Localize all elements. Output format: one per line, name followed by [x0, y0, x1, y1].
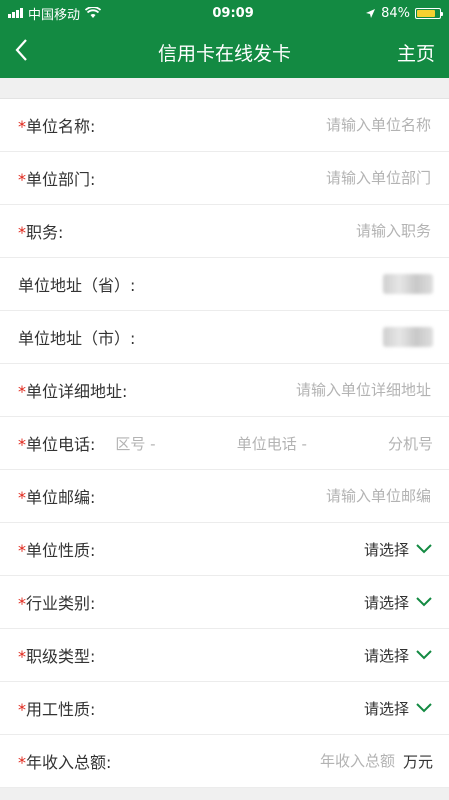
- annual-income-input[interactable]: [111, 751, 397, 771]
- address-city-label: 单位地址（市）:: [18, 329, 136, 348]
- required-mark: *: [18, 647, 26, 666]
- industry-row[interactable]: *行业类别: 请选择: [0, 576, 449, 629]
- phone-row: *单位电话: 区号 - 单位电话 - 分机号: [0, 417, 449, 470]
- industry-label-text: 行业类别:: [26, 594, 96, 613]
- position-row: *职务:: [0, 205, 449, 258]
- phone-label-text: 单位电话:: [26, 435, 96, 454]
- address-province-value-blurred: [383, 274, 433, 294]
- employment-form: *单位名称: *单位部门: *职务: 单位地址（省）: 单位地址（市）: *单位…: [0, 98, 449, 788]
- job-level-label-text: 职级类型:: [26, 647, 96, 666]
- chevron-down-icon: [416, 650, 432, 660]
- company-nature-label: *单位性质:: [18, 537, 95, 561]
- company-name-label: *单位名称:: [18, 113, 95, 137]
- phone-inputs: 区号 - 单位电话 - 分机号: [115, 433, 433, 454]
- chevron-left-icon: [15, 38, 27, 61]
- required-mark: *: [18, 382, 26, 401]
- employment-type-label: *用工性质:: [18, 696, 95, 720]
- required-mark: *: [18, 488, 26, 507]
- job-level-select[interactable]: 请选择: [364, 645, 433, 666]
- status-right: 84%: [365, 5, 443, 21]
- employment-type-label-text: 用工性质:: [26, 700, 96, 719]
- position-input[interactable]: [63, 221, 433, 241]
- company-nature-value: 请选择: [363, 540, 409, 559]
- location-arrow-icon: [366, 8, 376, 18]
- postcode-label-text: 单位邮编:: [26, 488, 96, 507]
- industry-label: *行业类别:: [18, 590, 95, 614]
- company-nature-label-text: 单位性质:: [26, 541, 96, 560]
- industry-value: 请选择: [363, 593, 409, 612]
- annual-income-label: *年收入总额:: [18, 749, 111, 773]
- home-button[interactable]: 主页: [397, 39, 435, 66]
- required-mark: *: [18, 117, 26, 136]
- annual-income-unit: 万元: [402, 752, 433, 771]
- postcode-row: *单位邮编:: [0, 470, 449, 523]
- employment-type-value: 请选择: [363, 699, 409, 718]
- company-nature-select[interactable]: 请选择: [364, 539, 433, 560]
- annual-income-row: *年收入总额: 万元: [0, 735, 449, 788]
- company-name-label-text: 单位名称:: [26, 117, 96, 136]
- signal-icon: [8, 8, 23, 18]
- nav-bar: 信用卡在线发卡 主页: [0, 26, 449, 78]
- page-title: 信用卡在线发卡: [157, 42, 291, 65]
- battery-icon: [415, 7, 443, 19]
- required-mark: *: [18, 700, 26, 719]
- job-level-row[interactable]: *职级类型: 请选择: [0, 629, 449, 682]
- address-detail-row: *单位详细地址:: [0, 364, 449, 417]
- job-level-value: 请选择: [363, 646, 409, 665]
- position-label-text: 职务:: [26, 223, 64, 242]
- postcode-label: *单位邮编:: [18, 484, 95, 508]
- company-name-row: *单位名称:: [0, 99, 449, 152]
- address-detail-label-text: 单位详细地址:: [26, 382, 128, 401]
- department-label-text: 单位部门:: [26, 170, 96, 189]
- phone-number-input[interactable]: 单位电话 -: [237, 433, 307, 454]
- chevron-down-icon: [416, 597, 432, 607]
- annual-income-label-text: 年收入总额:: [26, 753, 112, 772]
- required-mark: *: [18, 223, 26, 242]
- phone-label: *单位电话:: [18, 431, 95, 455]
- department-input[interactable]: [95, 168, 433, 188]
- company-nature-row[interactable]: *单位性质: 请选择: [0, 523, 449, 576]
- job-level-label: *职级类型:: [18, 643, 95, 667]
- postcode-input[interactable]: [95, 486, 433, 506]
- area-code-input[interactable]: 区号 -: [115, 433, 155, 454]
- address-detail-label: *单位详细地址:: [18, 378, 127, 402]
- department-label: *单位部门:: [18, 166, 95, 190]
- address-detail-input[interactable]: [127, 380, 433, 400]
- battery-percent: 84%: [381, 5, 410, 21]
- required-mark: *: [18, 541, 26, 560]
- employment-type-select[interactable]: 请选择: [364, 698, 433, 719]
- status-bar: 中国移动 09:09 84%: [0, 0, 449, 26]
- carrier-label: 中国移动: [28, 7, 81, 23]
- battery-fill: [417, 9, 436, 17]
- extension-input[interactable]: 分机号: [388, 433, 433, 454]
- department-row: *单位部门:: [0, 152, 449, 205]
- required-mark: *: [18, 435, 26, 454]
- chevron-down-icon: [416, 703, 432, 713]
- status-left: 中国移动: [8, 4, 102, 23]
- chevron-down-icon: [416, 544, 432, 554]
- required-mark: *: [18, 170, 26, 189]
- address-city-value-blurred: [383, 327, 433, 347]
- company-name-input[interactable]: [95, 115, 433, 135]
- address-province-label: 单位地址（省）:: [18, 276, 136, 295]
- address-province-row[interactable]: 单位地址（省）:: [0, 258, 449, 311]
- back-button[interactable]: [14, 38, 44, 67]
- address-city-row[interactable]: 单位地址（市）:: [0, 311, 449, 364]
- required-mark: *: [18, 753, 26, 772]
- wifi-icon: [85, 7, 102, 18]
- industry-select[interactable]: 请选择: [364, 592, 433, 613]
- required-mark: *: [18, 594, 26, 613]
- clock: 09:09: [212, 5, 254, 21]
- employment-type-row[interactable]: *用工性质: 请选择: [0, 682, 449, 735]
- position-label: *职务:: [18, 219, 63, 243]
